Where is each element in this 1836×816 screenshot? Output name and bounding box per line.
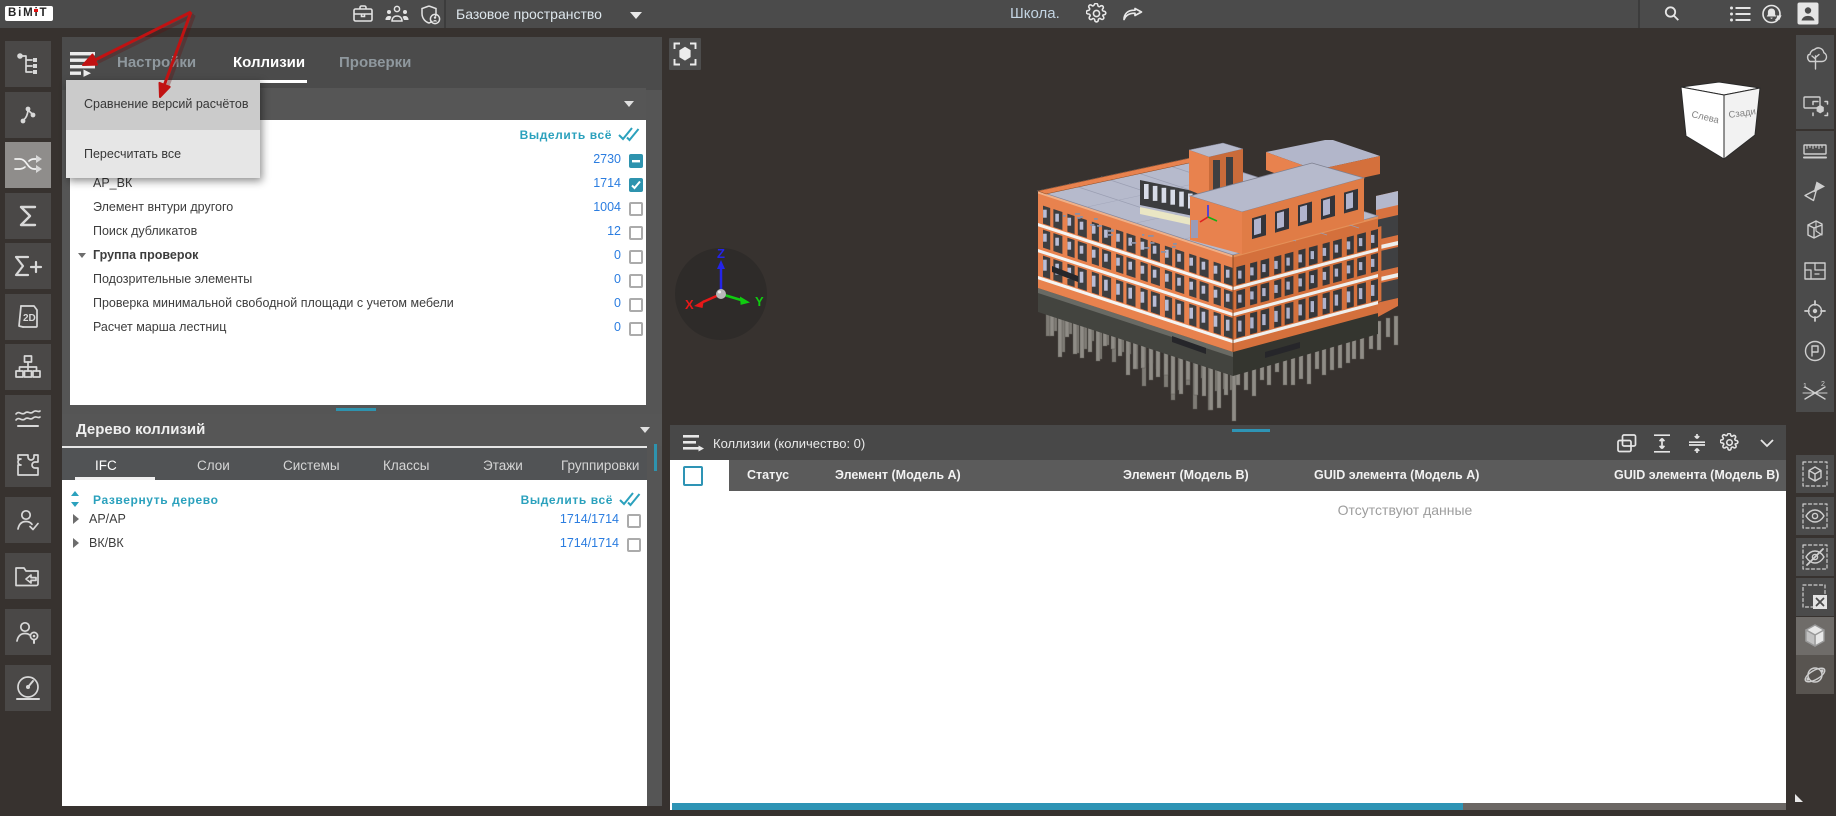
- svg-text:2D: 2D: [23, 313, 36, 324]
- svg-text:1: 1: [1803, 383, 1807, 390]
- svg-text:Y: Y: [755, 294, 764, 309]
- svg-text:Z: Z: [717, 246, 725, 261]
- svg-text:X: X: [685, 297, 694, 312]
- svg-text:2: 2: [1821, 381, 1825, 388]
